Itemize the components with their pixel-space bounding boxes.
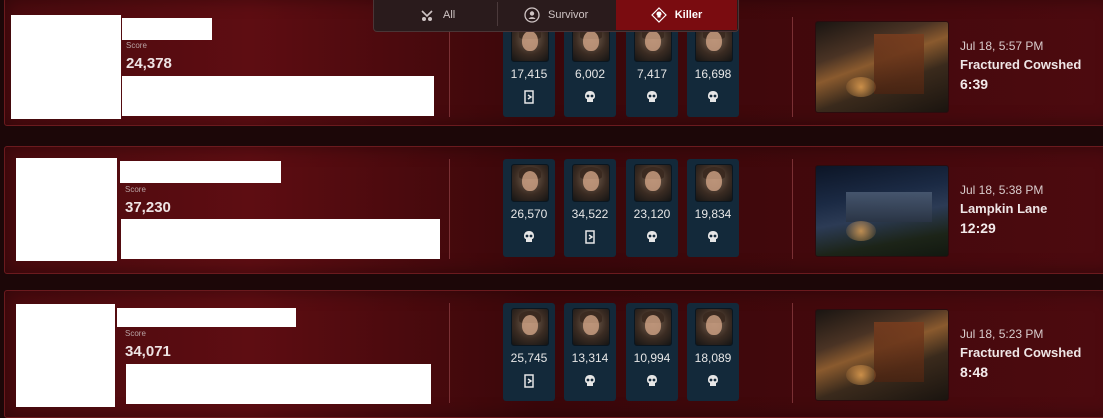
survivor-portrait <box>634 164 672 202</box>
survivor-portrait <box>572 308 610 346</box>
match-time: Jul 18, 5:38 PM <box>960 183 1044 197</box>
tab-killer[interactable]: Killer <box>616 0 737 30</box>
match-time: Jul 18, 5:57 PM <box>960 39 1044 53</box>
divider <box>792 303 793 403</box>
skull-icon <box>647 231 657 242</box>
map-thumbnail <box>815 165 949 257</box>
survivor-score: 16,698 <box>694 67 732 81</box>
match-duration: 8:48 <box>960 364 989 380</box>
details-redacted <box>126 364 431 404</box>
survivor-score: 34,522 <box>571 207 609 221</box>
map-thumbnail <box>815 309 949 401</box>
survivor-score: 25,745 <box>510 351 548 365</box>
survivor-card[interactable]: 23,120 <box>626 159 678 257</box>
divider <box>449 303 450 403</box>
divider <box>449 17 450 117</box>
survivor-score: 19,834 <box>694 207 732 221</box>
skull-icon <box>647 375 657 386</box>
score-label: Score <box>126 41 147 50</box>
tab-all[interactable]: All <box>419 0 489 30</box>
survivor-card[interactable]: 7,417 <box>626 19 678 117</box>
skull-icon <box>708 231 718 242</box>
killer-avatar-redacted <box>11 15 121 119</box>
survivor-card[interactable]: 34,522 <box>564 159 616 257</box>
details-redacted <box>122 76 434 116</box>
survivor-score: 18,089 <box>694 351 732 365</box>
escape-door-icon <box>585 230 595 244</box>
map-thumbnail <box>815 21 949 113</box>
skull-icon <box>585 91 595 102</box>
score-label: Score <box>125 185 146 194</box>
survivor-score: 10,994 <box>633 351 671 365</box>
escape-door-icon <box>524 374 534 388</box>
all-icon <box>421 10 433 21</box>
survivor-portrait <box>572 164 610 202</box>
survivor-card[interactable]: 18,089 <box>687 303 739 401</box>
tab-survivor-label: Survivor <box>548 9 589 21</box>
survivor-card[interactable]: 16,698 <box>687 19 739 117</box>
survivor-score: 6,002 <box>574 67 606 81</box>
match-card[interactable]: Score 37,230 26,570 34,522 23,120 19,834… <box>4 146 1103 274</box>
killer-icon <box>650 7 667 23</box>
tab-killer-label: Killer <box>674 9 703 21</box>
survivor-portrait <box>695 164 733 202</box>
survivor-icon <box>524 7 540 23</box>
survivor-card[interactable]: 17,415 <box>503 19 555 117</box>
survivor-portrait <box>511 308 549 346</box>
survivor-score: 23,120 <box>633 207 671 221</box>
survivor-card[interactable]: 13,314 <box>564 303 616 401</box>
match-card[interactable]: Score 34,071 25,745 13,314 10,994 18,089… <box>4 290 1103 418</box>
skull-icon <box>708 91 718 102</box>
details-redacted <box>121 219 440 259</box>
survivor-card[interactable]: 25,745 <box>503 303 555 401</box>
survivor-card[interactable]: 26,570 <box>503 159 555 257</box>
survivor-portrait <box>695 308 733 346</box>
skull-icon <box>708 375 718 386</box>
survivor-score: 17,415 <box>510 67 548 81</box>
tab-all-label: All <box>443 9 456 21</box>
match-duration: 12:29 <box>960 220 996 236</box>
score-value: 24,378 <box>126 55 172 72</box>
tab-survivor[interactable]: Survivor <box>524 0 624 30</box>
map-name: Fractured Cowshed <box>960 57 1082 72</box>
skull-icon <box>647 91 657 102</box>
killer-avatar-redacted <box>16 158 117 261</box>
tab-divider <box>497 2 498 26</box>
survivor-score: 13,314 <box>571 351 609 365</box>
divider <box>792 159 793 259</box>
map-name: Fractured Cowshed <box>960 345 1082 360</box>
role-filter-bar: All Survivor Killer <box>373 0 739 32</box>
divider <box>449 159 450 259</box>
map-name: Lampkin Lane <box>960 201 1048 216</box>
survivor-portrait <box>634 308 672 346</box>
skull-icon <box>585 375 595 386</box>
score-label: Score <box>125 329 146 338</box>
player-name-redacted <box>122 18 212 40</box>
score-value: 34,071 <box>125 343 171 360</box>
survivor-card[interactable]: 19,834 <box>687 159 739 257</box>
match-duration: 6:39 <box>960 76 989 92</box>
match-time: Jul 18, 5:23 PM <box>960 327 1044 341</box>
survivor-card[interactable]: 10,994 <box>626 303 678 401</box>
player-name-redacted <box>117 308 296 327</box>
survivor-score: 26,570 <box>510 207 548 221</box>
survivor-card[interactable]: 6,002 <box>564 19 616 117</box>
divider <box>792 17 793 117</box>
score-value: 37,230 <box>125 199 171 216</box>
escape-door-icon <box>524 90 534 104</box>
player-name-redacted <box>120 161 281 183</box>
killer-avatar-redacted <box>16 304 115 407</box>
skull-icon <box>524 231 534 242</box>
survivor-score: 7,417 <box>636 67 668 81</box>
survivor-portrait <box>511 164 549 202</box>
